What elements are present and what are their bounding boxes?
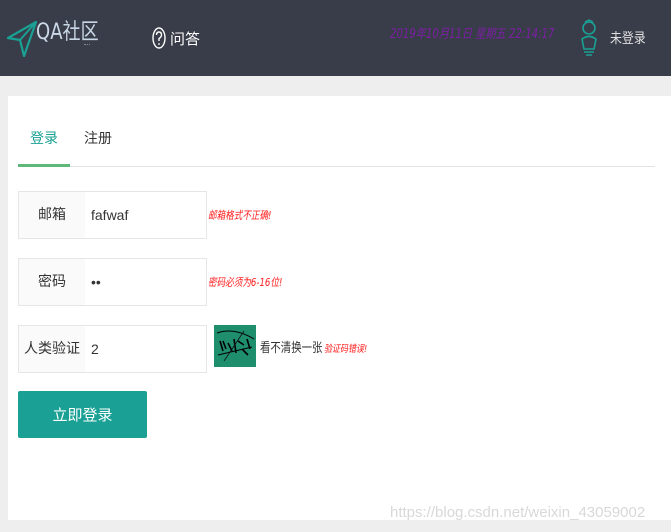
watermark: https://blog.csdn.net/weixin_43059002 [390,504,646,521]
question-icon [152,27,166,49]
password-label: 密码 [18,258,86,306]
email-error: 邮箱格式不正确! [208,209,272,222]
nav-qa-label: 问答 [170,29,201,48]
captcha-hint-text: 看不清换一张 [260,341,323,356]
password-field[interactable] [85,258,207,306]
email-field[interactable] [85,191,207,239]
captcha-image[interactable] [214,325,256,367]
nav-qa-link[interactable]: 问答 [152,24,200,52]
auth-tabs: 登录 注册 [18,126,655,167]
email-label: 邮箱 [18,191,86,239]
user-status-label: 未登录 [610,31,646,47]
captcha-error: 验证码错误! [324,344,368,355]
user-login-status[interactable]: 未登录 [578,18,652,58]
captcha-field[interactable] [85,325,207,373]
captcha-label: 人类验证 [18,325,86,373]
paper-plane-icon[interactable] [6,18,38,58]
login-card: 登录 注册 邮箱 邮箱格式不正确! 密码 密码必须为6-16位! 人类验证 看不… [8,96,671,520]
login-submit-button[interactable]: 立即登录 [18,391,147,438]
password-error: 密码必须为6-16位! [208,276,283,289]
logo-decoration [84,44,90,47]
top-navbar: QA社区 问答 2019年10月11日 星期五 22:14:17 未登录 [0,0,671,76]
user-avatar-icon [581,19,597,56]
current-datetime: 2019年10月11日 星期五 22:14:17 [390,27,555,42]
refresh-captcha-link[interactable]: 看不清换一张 验证码错误! [260,337,367,356]
tab-register[interactable]: 注册 [78,126,118,166]
tab-login[interactable]: 登录 [18,126,70,167]
